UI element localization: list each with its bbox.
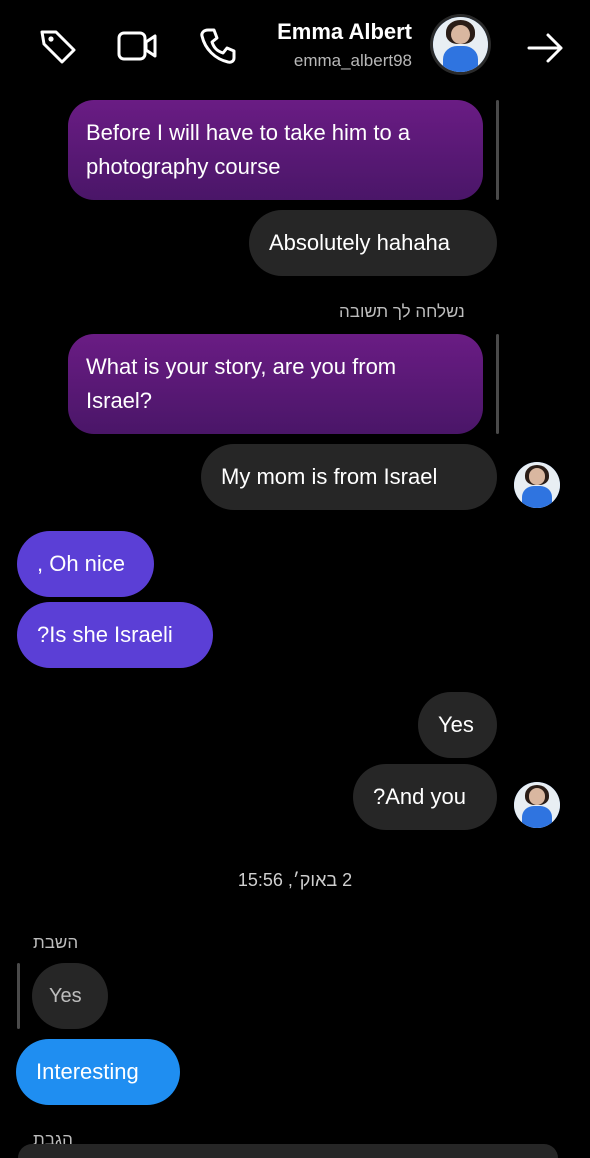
partial-message-bubble bbox=[18, 1144, 558, 1158]
phone-icon[interactable] bbox=[198, 26, 238, 66]
avatar[interactable] bbox=[433, 17, 488, 72]
message-bubble[interactable]: ?And you bbox=[353, 764, 497, 830]
message-bubble-quoted[interactable]: What is your story, are you from Israel? bbox=[68, 334, 483, 434]
arrow-right-icon[interactable] bbox=[526, 30, 566, 66]
contact-username: emma_albert98 bbox=[293, 51, 412, 70]
message-bubble[interactable]: My mom is from Israel bbox=[201, 444, 497, 510]
quoted-message: Yes bbox=[32, 963, 108, 1029]
message-bubble-quoted[interactable]: Before I will have to take him to a phot… bbox=[68, 100, 483, 200]
reply-label: השבת bbox=[33, 933, 79, 952]
contact-name[interactable]: Emma Albert bbox=[277, 19, 412, 45]
message-bubble[interactable]: Absolutely hahaha bbox=[249, 210, 497, 276]
message-bubble[interactable]: Yes bbox=[418, 692, 497, 758]
message-bubble-incoming[interactable]: Interesting bbox=[16, 1039, 180, 1105]
avatar-small bbox=[514, 782, 560, 828]
reply-note: נשלחה לך תשובה bbox=[339, 302, 465, 321]
message-bubble-incoming[interactable]: , Oh nice bbox=[17, 531, 154, 597]
reply-line bbox=[496, 334, 499, 434]
reply-line bbox=[496, 100, 499, 200]
tag-icon[interactable] bbox=[38, 26, 78, 66]
reply-line bbox=[17, 963, 20, 1029]
video-camera-icon[interactable] bbox=[116, 28, 158, 64]
avatar-small bbox=[514, 462, 560, 508]
timestamp: 2 באוק׳, 15:56 bbox=[237, 870, 353, 890]
message-bubble-incoming[interactable]: ?Is she Israeli bbox=[17, 602, 213, 668]
